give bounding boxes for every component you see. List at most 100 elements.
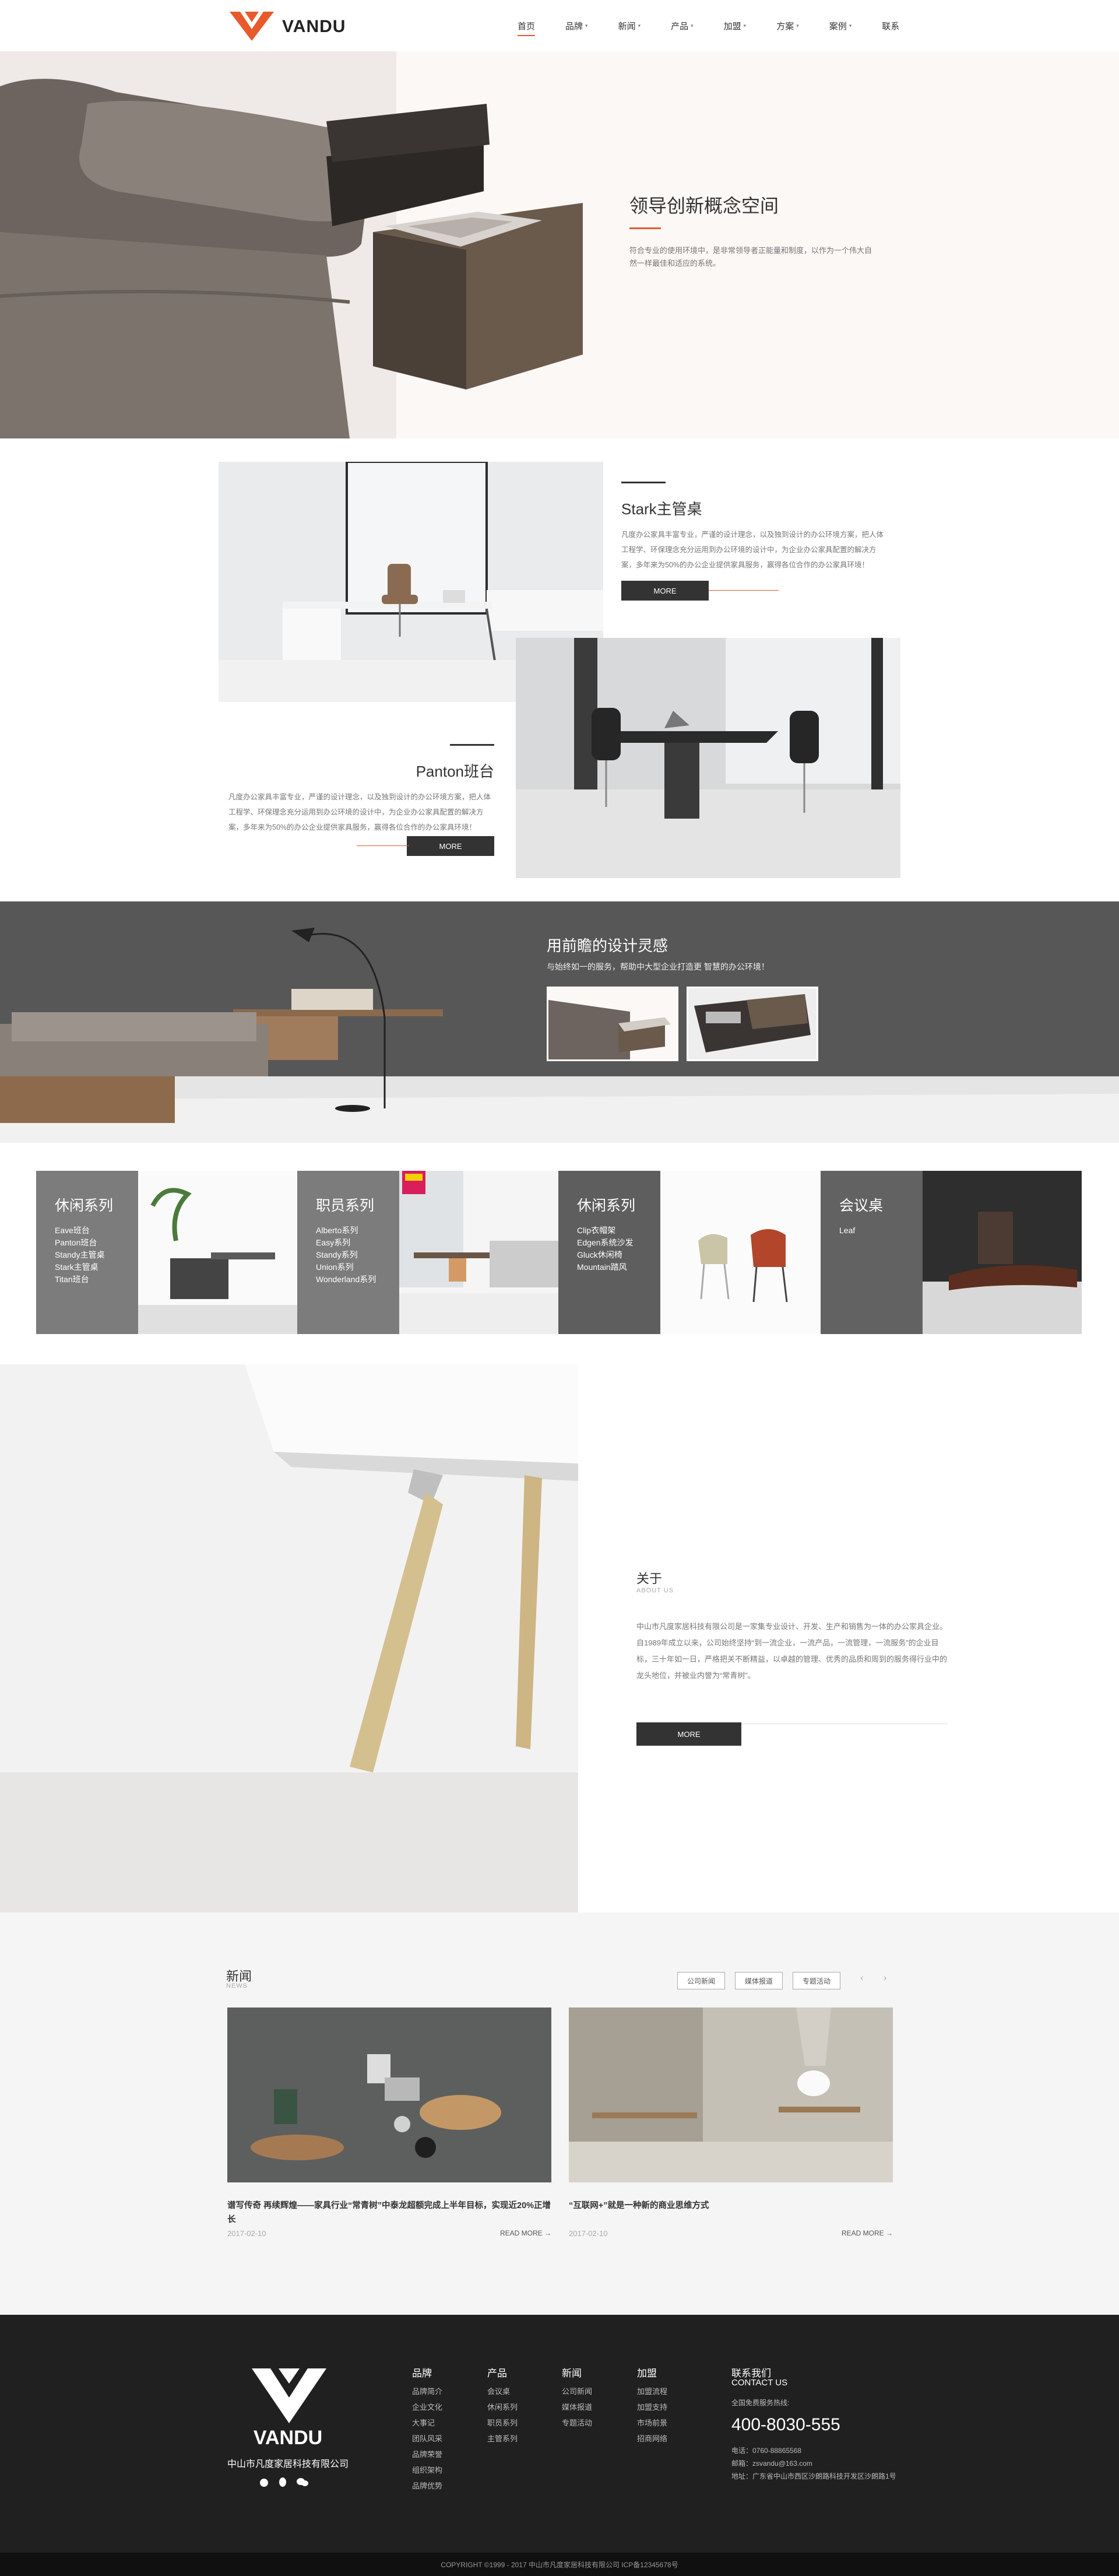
footer-link[interactable]: 市场前景 [637, 2415, 667, 2431]
series-item[interactable]: Gluck休闲椅 [577, 1249, 660, 1261]
series-card-leisure[interactable]: 休闲系列 Eave班台 Panton班台 Standy主管桌 Stark主管桌 … [36, 1171, 297, 1334]
logo[interactable]: VANDU [228, 9, 351, 42]
product-image-panton[interactable] [516, 638, 900, 878]
footer-link[interactable]: 品牌优势 [412, 2478, 442, 2494]
contact-email[interactable]: 邮箱：zsvandu@163.com [731, 2458, 812, 2468]
news-prev-arrow-icon[interactable]: ‹ [860, 1973, 863, 1984]
footer-link[interactable]: 会议桌 [487, 2384, 518, 2399]
wechat-icon[interactable] [296, 2477, 309, 2487]
series-card-meeting[interactable]: 会议桌 Leaf [821, 1171, 1082, 1334]
news-image[interactable] [569, 2008, 893, 2182]
footer-link[interactable]: 招商网络 [637, 2431, 667, 2447]
footer-link[interactable]: 大事记 [412, 2415, 442, 2431]
news-tab-events[interactable]: 专题活动 [793, 1972, 840, 1989]
footer-link[interactable]: 专题活动 [562, 2415, 592, 2431]
main-nav: 首页 品牌 ▾ 新闻 ▾ 产品 ▾ 加盟 ▾ 方案 ▾ 案例 ▾ 联系 [518, 0, 930, 51]
design-thumb-1[interactable] [547, 987, 678, 1061]
news-card[interactable]: 谱写传奇 再续辉煌——家具行业“常青树”中泰龙超额完成上半年目标，实现近20%正… [227, 2008, 551, 2238]
footer-link[interactable]: 品牌荣誉 [412, 2447, 442, 2462]
news-tab-company[interactable]: 公司新闻 [677, 1972, 725, 1989]
contact-address: 地址：广东省中山市西区沙朗路科技开发区沙朗路1号 [731, 2472, 896, 2480]
footer-link[interactable]: 品牌简介 [412, 2384, 442, 2399]
series-item[interactable]: Leaf [839, 1224, 923, 1237]
series-list: Leaf [839, 1224, 923, 1237]
series-item[interactable]: Wonderland系列 [316, 1273, 399, 1286]
hero-title-underline [629, 227, 661, 229]
nav-item[interactable]: 加盟 ▾ [724, 0, 747, 51]
news-read-more-link[interactable]: READ MORE → [842, 2229, 893, 2237]
contact-phone[interactable]: 400-8030-555 [731, 2415, 840, 2435]
footer-link[interactable]: 职员系列 [487, 2415, 518, 2431]
qq-icon[interactable] [277, 2477, 288, 2487]
news-item-title[interactable]: “互联网+”就是一种新的商业思维方式 [569, 2199, 893, 2213]
footer-link[interactable]: 加盟支持 [637, 2399, 667, 2415]
more-accent-line [357, 845, 409, 846]
news-next-arrow-icon[interactable]: › [884, 1973, 886, 1984]
product-text-panton: Panton班台 凡度办公家具丰富专业，严谨的设计理念，以及独到设计的办公环境方… [228, 744, 494, 835]
series-item[interactable]: Standy系列 [316, 1249, 399, 1261]
series-item[interactable]: Clip衣帽架 [577, 1224, 660, 1237]
news-read-more-link[interactable]: READ MORE → [500, 2229, 551, 2237]
contact-subtitle: CONTACT US [731, 2378, 788, 2388]
product-description: 凡度办公家具丰富专业，严谨的设计理念，以及独到设计的办公环境方案，把人体工程学、… [228, 793, 491, 831]
footer-logo-mark-icon [252, 2368, 326, 2423]
nav-item[interactable]: 首页 [518, 0, 536, 51]
footer-col-title: 加盟 [637, 2368, 657, 2379]
news-item-title[interactable]: 谱写传奇 再续辉煌——家具行业“常青树”中泰龙超额完成上半年目标，实现近20%正… [227, 2199, 551, 2227]
series-card-staff[interactable]: 职员系列 Alberto系列 Easy系列 Standy系列 Union系列 W… [297, 1171, 558, 1334]
hero-text-block: 领导创新概念空间 符合专业的使用环境中，是非常领导者正能量和制度，以作为一个伟大… [629, 191, 874, 270]
hero-description: 符合专业的使用环境中，是非常领导者正能量和制度，以作为一个伟大自然一样最佳和适应… [629, 246, 872, 268]
footer-link[interactable]: 加盟流程 [637, 2384, 667, 2399]
series-item[interactable]: Panton班台 [55, 1237, 138, 1249]
chevron-down-icon: ▾ [796, 22, 799, 29]
footer-link[interactable]: 公司新闻 [562, 2384, 592, 2399]
about-title: 关于 [636, 1571, 663, 1586]
about-section: 关于 ABOUT US 中山市凡度家居科技有限公司是一家集专业设计、开发、生产和… [0, 1364, 1119, 1912]
nav-item-label: 新闻 [618, 21, 636, 31]
series-list: Alberto系列 Easy系列 Standy系列 Union系列 Wonder… [316, 1224, 399, 1286]
product-more-button[interactable]: MORE [621, 581, 709, 601]
series-item[interactable]: Mountain踏风 [577, 1261, 660, 1273]
footer-link[interactable]: 主管系列 [487, 2431, 518, 2447]
product-title: Stark主管桌 [621, 500, 702, 518]
nav-item[interactable]: 产品 ▾ [671, 0, 694, 51]
nav-item-label: 方案 [776, 21, 794, 31]
nav-item[interactable]: 品牌 ▾ [565, 0, 588, 51]
design-thumb-2[interactable] [687, 987, 818, 1061]
news-item-date: 2017-02-10 [227, 2229, 266, 2238]
series-item[interactable]: Titan班台 [55, 1273, 138, 1286]
series-item[interactable]: Stark主管桌 [55, 1261, 138, 1273]
series-item[interactable]: Union系列 [316, 1261, 399, 1273]
series-item[interactable]: Eave班台 [55, 1224, 138, 1237]
footer-link[interactable]: 休闲系列 [487, 2399, 518, 2415]
footer-link[interactable]: 团队风采 [412, 2431, 442, 2447]
series-item[interactable]: Edgen系统沙发 [577, 1237, 660, 1249]
footer-link[interactable]: 媒体报道 [562, 2399, 592, 2415]
series-item[interactable]: Easy系列 [316, 1237, 399, 1249]
series-panel: 职员系列 Alberto系列 Easy系列 Standy系列 Union系列 W… [297, 1171, 399, 1334]
nav-item[interactable]: 案例 ▾ [829, 0, 852, 51]
footer-link[interactable]: 企业文化 [412, 2399, 442, 2415]
chevron-down-icon: ▾ [743, 22, 747, 29]
series-panel: 休闲系列 Clip衣帽架 Edgen系统沙发 Gluck休闲椅 Mountain… [558, 1171, 660, 1334]
news-image[interactable] [227, 2008, 551, 2182]
series-item[interactable]: Standy主管桌 [55, 1249, 138, 1261]
vandu-logo-mark-icon [230, 12, 274, 41]
weibo-icon[interactable] [259, 2477, 269, 2487]
news-tab-media[interactable]: 媒体报道 [735, 1972, 783, 1989]
nav-item[interactable]: 联系 [882, 0, 899, 51]
about-more-button[interactable]: MORE [636, 1722, 741, 1746]
series-item[interactable]: Alberto系列 [316, 1224, 399, 1237]
nav-item[interactable]: 方案 ▾ [776, 0, 799, 51]
nav-item[interactable]: 新闻 ▾ [618, 0, 641, 51]
series-card-leisure-chairs[interactable]: 休闲系列 Clip衣帽架 Edgen系统沙发 Gluck休闲椅 Mountain… [558, 1171, 819, 1334]
news-subtitle: NEWS [226, 1982, 248, 1989]
footer-link[interactable]: 组织架构 [412, 2462, 442, 2478]
news-card[interactable]: “互联网+”就是一种新的商业思维方式 2017-02-10 READ MORE … [569, 2008, 893, 2238]
about-subtitle: ABOUT US [636, 1587, 674, 1594]
footer-logo-wordmark: VANDU [253, 2427, 323, 2449]
product-more-button[interactable]: MORE [407, 836, 494, 856]
product-text-stark: Stark主管桌 凡度办公家具丰富专业，严谨的设计理念，以及独到设计的办公环境方… [621, 482, 889, 573]
product-title-bar [450, 744, 494, 746]
logo-wordmark: VANDU [282, 17, 346, 36]
